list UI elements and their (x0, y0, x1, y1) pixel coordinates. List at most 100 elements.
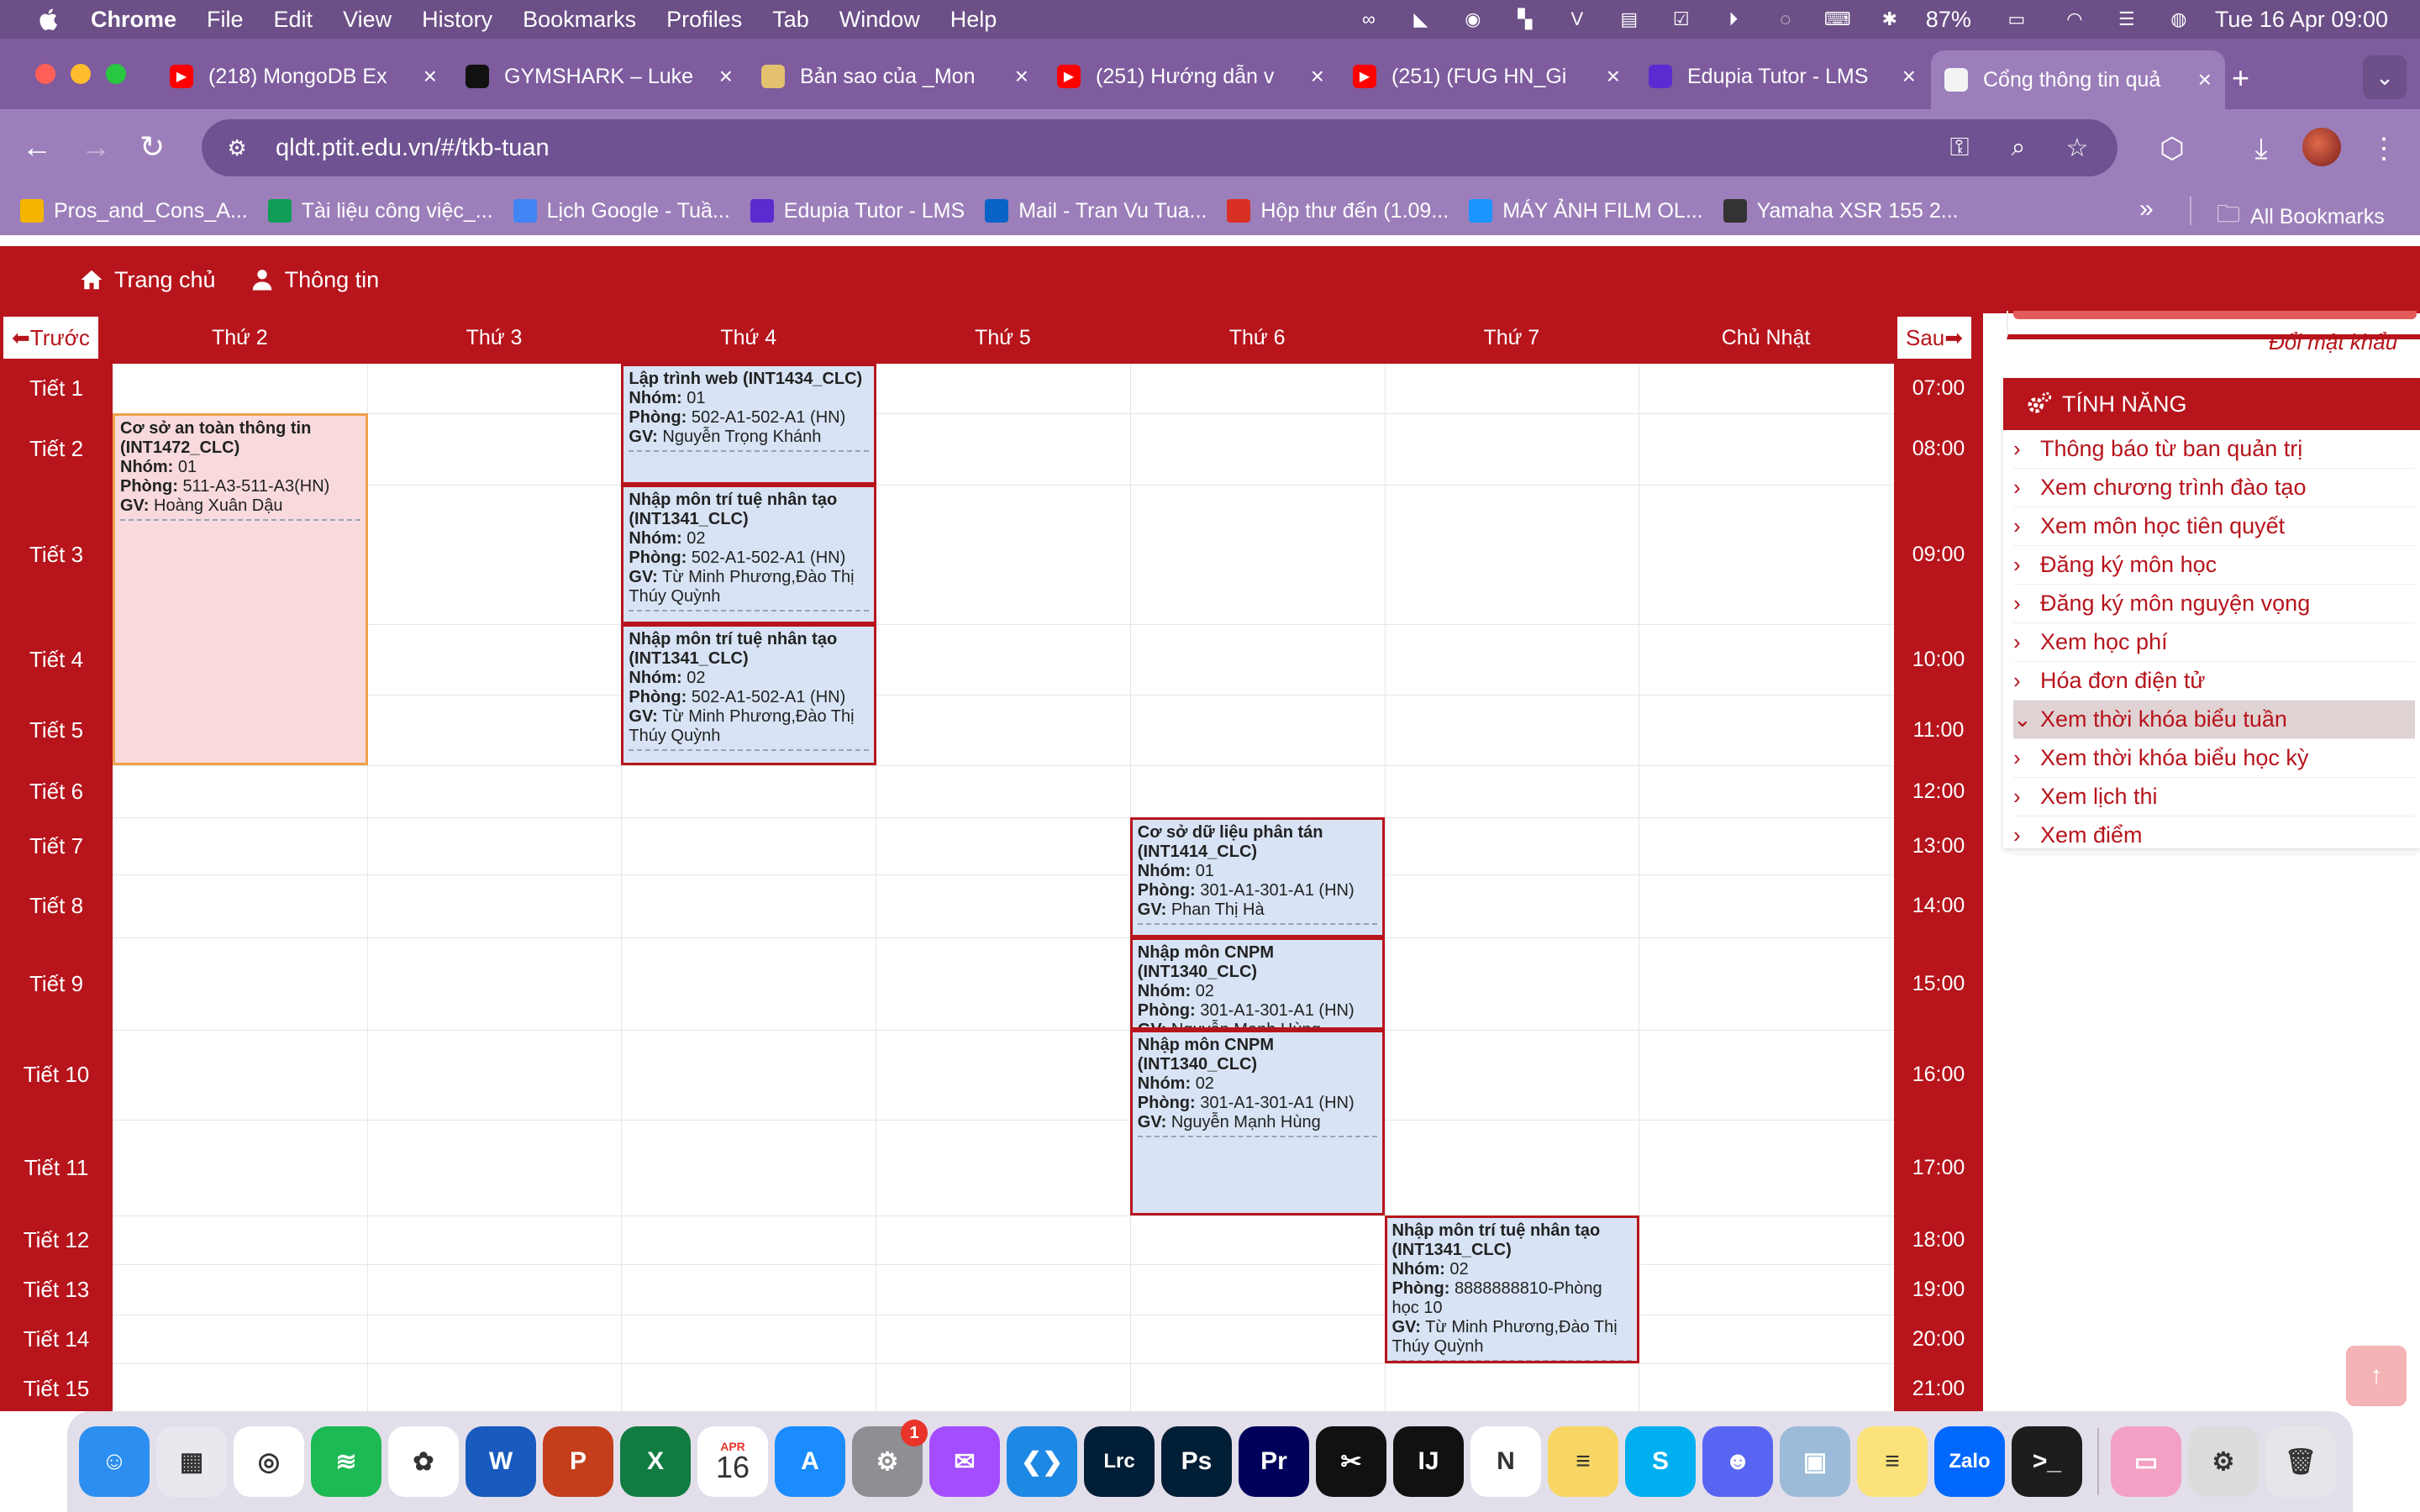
zoom-window-button[interactable] (106, 64, 126, 84)
chrome-menu-icon[interactable]: ⋮ (2366, 131, 2402, 166)
bookmark-item[interactable]: Mail - Tran Vu Tua... (985, 199, 1207, 223)
launchpad-icon[interactable]: ▦ (156, 1426, 227, 1497)
notification-icon[interactable]: ◣ (1408, 8, 1434, 30)
tab-search-button[interactable]: ⌄ (2363, 55, 2407, 99)
menubar-clock[interactable]: Tue 16 Apr 09:00 (2215, 7, 2388, 33)
discord-icon[interactable]: ☻ (1702, 1426, 1773, 1497)
menu-view[interactable]: View (343, 7, 392, 33)
battery-icon[interactable]: ▭ (1998, 8, 2035, 30)
back-button[interactable]: ← (22, 129, 52, 165)
vpn-icon[interactable]: V (1565, 8, 1590, 30)
extensions-icon[interactable]: ⬡ (2154, 131, 2190, 166)
chrome-icon[interactable]: ◎ (234, 1426, 304, 1497)
notion-icon[interactable]: N (1470, 1426, 1541, 1497)
feature-link[interactable]: › Xem thời khóa biểu học kỳ (2013, 739, 2415, 778)
close-tab-icon[interactable]: × (424, 63, 437, 90)
control-center-icon[interactable]: ☰ (2114, 8, 2139, 30)
macbook-folder-icon[interactable]: ▭ (2111, 1426, 2181, 1497)
vscode-icon[interactable]: ❮❯ (1007, 1426, 1077, 1497)
class-session-card[interactable]: Nhập môn CNPM (INT1340_CLC) Nhóm: 02 Phòng… (1129, 1030, 1386, 1215)
calendar-icon[interactable]: APR 16 (697, 1426, 768, 1497)
menu-app-name[interactable]: Chrome (91, 7, 176, 33)
close-tab-icon[interactable]: × (719, 63, 733, 90)
browser-tab[interactable]: ▶ (251) (FUG HN_Gi × (1339, 50, 1634, 102)
more-bookmarks-icon[interactable]: » (2139, 195, 2154, 223)
class-session-card[interactable]: Cơ sở dữ liệu phân tán (INT1414_CLC) Nhóm… (1129, 817, 1386, 937)
address-bar[interactable]: ⚙ qldt.ptit.edu.vn/#/tkb-tuan ⚿ ⌕ ☆ (202, 119, 2118, 176)
browser-tab[interactable]: Cổng thông tin quả × (1931, 50, 2225, 109)
class-session-card[interactable]: Cơ sở an toàn thông tin (INT1472_CLC) Nhó… (113, 413, 368, 765)
airdrop-icon[interactable]: ◌ (1773, 8, 1798, 30)
nav-info[interactable]: Thông tin (250, 267, 379, 293)
sync-icon[interactable]: ◉ (1460, 8, 1486, 30)
feature-link[interactable]: › Đăng ký môn học (2013, 546, 2415, 585)
system-settings-icon[interactable]: ⚙ 1 (852, 1420, 928, 1497)
scroll-to-top-button[interactable]: ↑ (2346, 1346, 2407, 1406)
play-icon[interactable]: ⏵ (1721, 8, 1746, 30)
powerpoint-icon[interactable]: P (543, 1426, 613, 1497)
forward-button[interactable]: → (81, 129, 111, 165)
photoshop-icon[interactable]: Ps (1161, 1426, 1232, 1497)
close-window-button[interactable] (35, 64, 55, 84)
keyboard-icon[interactable]: ⌨ (1824, 8, 1851, 30)
bookmark-item[interactable]: Tài liệu công việc_... (267, 199, 493, 223)
trash-icon[interactable]: 🗑 (2265, 1426, 2336, 1497)
download-icon[interactable]: ⤓ (2244, 131, 2279, 166)
browser-tab[interactable]: ▶ (251) Hướng dẫn v × (1044, 50, 1338, 102)
automator-icon[interactable]: ⚙ (2188, 1426, 2259, 1497)
stickies-icon[interactable]: ≡ (1548, 1426, 1618, 1497)
minimize-window-button[interactable] (71, 64, 91, 84)
close-tab-icon[interactable]: × (1311, 63, 1324, 90)
bookmark-item[interactable]: Pros_and_Cons_A... (20, 199, 248, 223)
notes-icon[interactable]: ≡ (1857, 1426, 1928, 1497)
zoom-icon[interactable]: ⌕ (2002, 131, 2035, 165)
browser-tab[interactable]: GYMSHARK – Luke × (452, 50, 746, 102)
finder-icon[interactable]: ☺ (79, 1426, 150, 1497)
site-info-icon[interactable]: ⚙ (217, 128, 257, 168)
bookmark-item[interactable]: Hộp thư đến (1.09... (1227, 199, 1449, 223)
class-session-card[interactable]: Nhập môn trí tuệ nhân tạo (INT1341_CLC) N… (621, 624, 877, 765)
feature-link[interactable]: › Đăng ký môn nguyện vọng (2013, 585, 2415, 623)
bluetooth-icon[interactable]: ✱ (1877, 8, 1902, 30)
siri-icon[interactable]: ◍ (2166, 8, 2191, 30)
intellij-icon[interactable]: IJ (1393, 1426, 1464, 1497)
capcut-icon[interactable]: ✂ (1316, 1426, 1386, 1497)
zalo-icon[interactable]: Zalo (1934, 1426, 2005, 1497)
close-tab-icon[interactable]: × (1015, 63, 1028, 90)
feature-link[interactable]: › Xem điểm (2013, 816, 2415, 855)
lightroom-icon[interactable]: Lrc (1084, 1426, 1155, 1497)
menu-profiles[interactable]: Profiles (666, 7, 742, 33)
wifi-icon[interactable]: ◠ (2062, 8, 2087, 30)
close-tab-icon[interactable]: × (1902, 63, 1916, 90)
preview-icon[interactable]: ▣ (1780, 1426, 1850, 1497)
checkmark-icon[interactable]: ☑ (1669, 8, 1694, 30)
bookmark-item[interactable]: MÁY ẢNH FILM OL... (1469, 199, 1703, 223)
excel-icon[interactable]: X (620, 1426, 691, 1497)
feature-link[interactable]: › Xem học phí (2013, 623, 2415, 662)
feature-link[interactable]: › Xem môn học tiên quyết (2013, 507, 2415, 546)
reload-button[interactable]: ↻ (139, 129, 165, 165)
messenger-icon[interactable]: ✉ (929, 1426, 1000, 1497)
profile-avatar[interactable] (2302, 128, 2341, 166)
change-password-link[interactable]: Đổi mật khẩu (2269, 329, 2397, 355)
menu-history[interactable]: History (422, 7, 492, 33)
bookmark-item[interactable]: Edupia Tutor - LMS (750, 199, 965, 223)
next-week-button[interactable]: Sau ➡ (1897, 317, 1972, 359)
menu-window[interactable]: Window (839, 7, 920, 33)
browser-tab[interactable]: Bản sao của _Mon × (748, 50, 1042, 102)
feature-link[interactable]: › Xem chương trình đào tạo (2013, 469, 2415, 507)
premiere-icon[interactable]: Pr (1239, 1426, 1309, 1497)
app-store-icon[interactable]: A (775, 1426, 845, 1497)
class-session-card[interactable]: Nhập môn trí tuệ nhân tạo (INT1341_CLC) N… (1384, 1215, 1640, 1363)
bookmark-star-icon[interactable]: ☆ (2060, 131, 2094, 165)
apple-icon[interactable] (37, 7, 62, 32)
skype-icon[interactable]: S (1625, 1426, 1696, 1497)
feature-link[interactable]: › Xem lịch thi (2013, 778, 2415, 816)
close-tab-icon[interactable]: × (1607, 63, 1620, 90)
password-key-icon[interactable]: ⚿ (1943, 131, 1976, 165)
feature-link[interactable]: › Hóa đơn điện tử (2013, 662, 2415, 701)
menu-tab[interactable]: Tab (772, 7, 809, 33)
menu-help[interactable]: Help (950, 7, 997, 33)
capcut-icon[interactable]: ▤ (1617, 8, 1642, 30)
photos-icon[interactable]: ✿ (388, 1426, 459, 1497)
